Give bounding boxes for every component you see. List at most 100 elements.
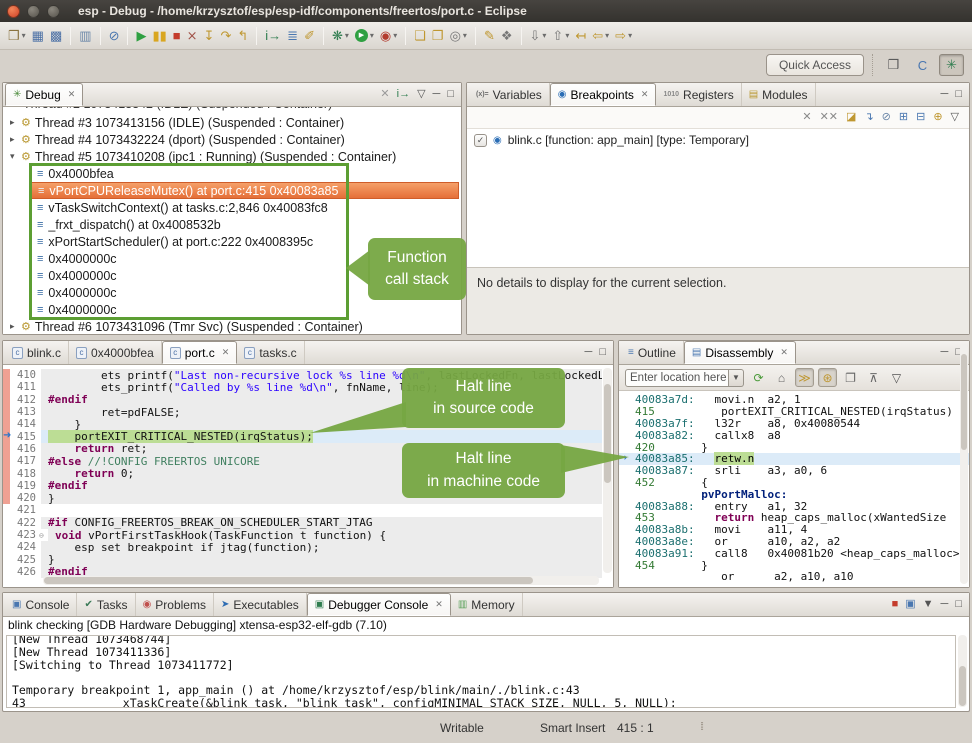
previous-annotation-dropdown-icon[interactable]: ▾ [565,31,569,40]
disassembly-line[interactable]: 420 } [619,441,969,453]
open-resource-icon[interactable]: ❐ [429,25,447,47]
maximize-icon[interactable]: □ [955,89,962,100]
quick-access-button[interactable]: Quick Access [766,54,864,76]
location-input[interactable]: Enter location here [625,369,729,387]
run-dropdown-icon[interactable]: ▾ [370,31,374,40]
editor-horizontal-scrollbar[interactable] [43,576,599,585]
open-element-icon[interactable]: ❏ [411,25,429,47]
fold-marker-icon[interactable]: ⊖ [39,531,48,540]
disasm-tab-outline[interactable]: ≡Outline [621,341,684,364]
disassembly-line[interactable]: or a2, a10, a10 [619,571,969,583]
show-debug-sources-icon[interactable]: ≣ [284,25,301,47]
thread-row[interactable]: ▸⚙Thread #6 1073431096 (Tmr Svc) (Suspen… [3,318,461,334]
location-dropdown-icon[interactable]: ▼ [729,369,744,387]
bp-tab-breakpoints[interactable]: ◉Breakpoints✕ [550,83,657,106]
breakpoint-types-icon[interactable]: ✐ [301,25,318,47]
editor-horizontal-scrollbar-thumb[interactable] [44,577,533,584]
console-tab-problems[interactable]: ◉Problems [136,593,214,616]
close-tab-icon[interactable]: ✕ [68,89,76,100]
breakpoint-checkbox[interactable]: ✓ [474,134,487,147]
bp-tab-registers[interactable]: 1010Registers [656,83,741,106]
disassembly-line[interactable]: 40083a91: call8 0x40081b20 <heap_caps_ma… [619,547,969,559]
forward-history-dropdown-icon[interactable]: ▾ [628,31,632,40]
close-tab-icon[interactable]: ✕ [222,347,230,358]
expand-all-icon[interactable]: ⊞ [899,112,908,123]
show-source-icon[interactable]: ≫ [795,368,814,387]
disassembly-line[interactable]: 40083a82: callx8 a8 [619,429,969,441]
back-history-icon[interactable]: ⇦▾ [589,25,612,47]
step-return-icon[interactable]: ↰ [234,25,251,47]
external-tools-icon[interactable]: ◉▾ [377,25,400,47]
console-output[interactable]: [New Thread 1073468744][New Thread 10734… [6,635,956,708]
editor-tab-0x4000bfea[interactable]: c0x4000bfea [69,341,162,364]
new-icon[interactable]: ❒▾ [5,25,29,47]
instruction-stepping-icon[interactable]: i→ [262,25,284,47]
next-annotation-dropdown-icon[interactable]: ▾ [542,31,546,40]
code-line[interactable]: 415 portEXIT_CRITICAL_NESTED(irqStatus); [10,430,602,442]
console-dropdown-icon[interactable]: ▼ [923,599,934,610]
display-selected-console-icon[interactable]: ▣ [905,599,915,610]
remove-launch-icon[interactable]: ■ [892,599,899,610]
editor-vertical-scrollbar[interactable] [603,368,612,573]
code-line[interactable]: 425} [10,553,602,565]
external-browser-icon[interactable]: ❖ [498,25,516,47]
console-tab-executables[interactable]: ➤Executables [214,593,307,616]
console-tab-debugger-console[interactable]: ▣Debugger Console✕ [307,593,451,616]
last-edit-location-icon[interactable]: ↤ [572,25,589,47]
minimize-icon[interactable]: ─ [941,599,949,610]
debug-tab-debug[interactable]: ✳Debug✕ [5,83,83,106]
bp-tab-variables[interactable]: (x)=Variables [469,83,550,106]
search-icon[interactable]: ◎▾ [447,25,470,47]
thread-row[interactable]: ▸⚙Thread #4 1073432224 (dport) (Suspende… [3,131,461,148]
minimize-icon[interactable]: ─ [433,89,441,100]
save-all-icon[interactable]: ▩ [47,25,65,47]
disassembly-scrollbar[interactable] [960,344,968,584]
code-line[interactable]: 422#if CONFIG_FREERTOS_BREAK_ON_SCHEDULE… [10,517,602,529]
disconnect-icon[interactable]: ⨯ [184,25,201,47]
view-menu-icon[interactable]: ▽ [887,368,906,387]
link-with-debug-view-icon[interactable]: ⊕ [933,112,942,123]
toggle-annotations-icon[interactable]: ✎ [481,25,498,47]
step-over-icon[interactable]: ↷ [217,25,234,47]
window-minimize-button[interactable] [27,5,40,18]
code-line[interactable]: 424 esp_set_breakpoint_if_jtag(function)… [10,541,602,553]
debug-perspective-button[interactable]: ✳ [939,54,964,76]
collapse-all-icon[interactable]: ⊟ [916,112,925,123]
chevron-down-icon[interactable]: ▾ [10,151,21,162]
show-breakpoints-supported-icon[interactable]: ◪ [846,112,856,123]
thread-row-clipped[interactable]: Thread #2 1073413342 (IDLE) (Suspended :… [3,107,461,114]
maximize-icon[interactable]: □ [447,89,454,100]
debug-icon[interactable]: ❋▾ [329,25,352,47]
disassembly-line[interactable]: 415 portEXIT_CRITICAL_NESTED(irqStatus) [619,406,969,418]
skip-all-breakpoints-icon[interactable]: ⊘ [882,112,891,123]
remove-all-terminated-icon[interactable]: ✕ [380,89,389,100]
instruction-stepping-mode-icon[interactable]: i→ [397,89,410,100]
go-to-file-for-breakpoint-icon[interactable]: ↴ [864,112,873,123]
disassembly-line[interactable]: 454 } [619,559,969,571]
terminate-icon[interactable]: ■ [170,25,184,47]
disassembly-line[interactable]: 453 return heap_caps_malloc(xWantedSize [619,512,969,524]
close-tab-icon[interactable]: ✕ [780,347,788,358]
console-tab-memory[interactable]: ▥Memory [451,593,523,616]
window-maximize-button[interactable] [47,5,60,18]
back-history-dropdown-icon[interactable]: ▾ [605,31,609,40]
view-menu-icon[interactable]: ▽ [417,89,425,100]
stack-frame-row[interactable]: ≡vTaskSwitchContext() at tasks.c:2,846 0… [3,199,461,216]
external-tools-dropdown-icon[interactable]: ▾ [393,31,397,40]
resume-icon[interactable]: ▶ [133,25,149,47]
chevron-right-icon[interactable]: ▸ [10,321,21,332]
console-tab-tasks[interactable]: ✔Tasks [77,593,135,616]
suspend-icon[interactable]: ▮▮ [149,25,169,47]
open-perspective-button[interactable]: ❒ [881,54,906,76]
window-close-button[interactable] [7,5,20,18]
thread-row[interactable]: ▾⚙Thread #5 1073410208 (ipc1 : Running) … [3,148,461,165]
disassembly-line[interactable]: 40083a88: entry a1, 32 [619,500,969,512]
search-dropdown-icon[interactable]: ▾ [463,31,467,40]
chevron-right-icon[interactable]: ▸ [10,117,21,128]
console-scrollbar-thumb[interactable] [959,666,966,706]
view-menu-icon[interactable]: ▽ [951,112,959,123]
refresh-view-icon[interactable]: ⟳ [749,368,768,387]
stack-frame-row[interactable]: ≡_frxt_dispatch() at 0x4008532b [3,216,461,233]
thread-row[interactable]: ▸⚙Thread #3 1073413156 (IDLE) (Suspended… [3,114,461,131]
minimize-icon[interactable]: ─ [941,347,949,358]
